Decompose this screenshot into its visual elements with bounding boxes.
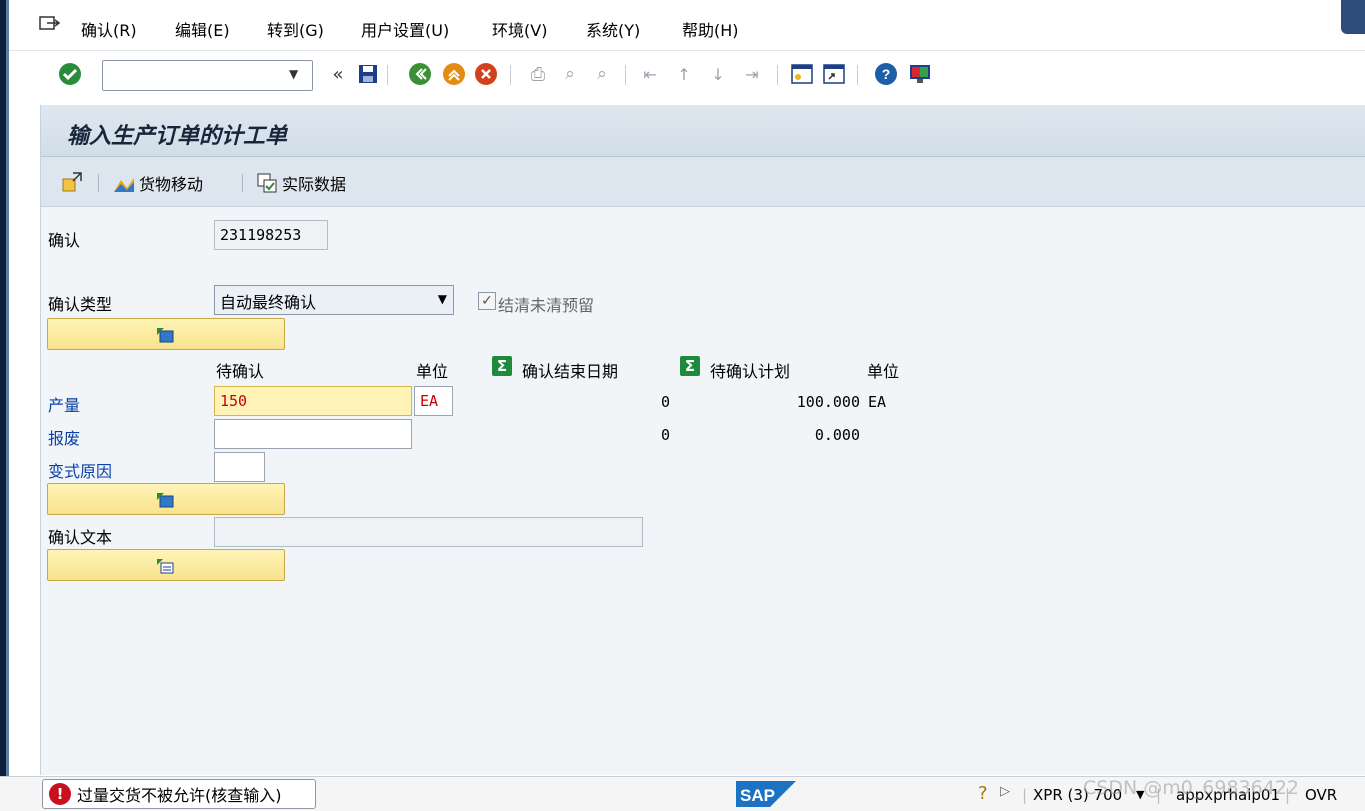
long-text-icon [157, 559, 174, 574]
confirmation-label: 确认 [48, 231, 81, 250]
error-icon: ! [49, 783, 71, 805]
command-field-dropdown-icon[interactable]: ▼ [289, 67, 298, 81]
actual-data-icon [257, 173, 277, 193]
page-title: 输入生产订单的计工单 [67, 123, 288, 149]
back-icon[interactable] [407, 61, 433, 87]
window-corner-tab[interactable] [1341, 0, 1365, 34]
command-field[interactable] [102, 60, 313, 91]
menu-icon[interactable] [39, 16, 61, 32]
scrap-input[interactable] [214, 419, 412, 449]
scrap-label[interactable]: 报废 [48, 425, 80, 449]
confirmation-text-label: 确认文本 [48, 528, 113, 547]
goods-movement-label: 货物移动 [139, 175, 204, 194]
window-left-edge-light [6, 0, 9, 811]
layout-icon[interactable] [907, 61, 933, 87]
shortcut-icon[interactable] [821, 61, 847, 87]
play-icon[interactable]: ▷ [1000, 784, 1010, 799]
status-message-text: 过量交货不被允许(核查输入) [77, 786, 282, 805]
help-icon[interactable]: ? [873, 61, 899, 87]
confirmation-type-select[interactable]: 自动最终确认 ▼ [214, 285, 454, 315]
help-question-icon[interactable]: ? [978, 783, 988, 804]
status-separator: | [1022, 786, 1028, 804]
menu-item-help[interactable]: 帮助(H) [682, 17, 739, 41]
actual-data-label: 实际数据 [282, 175, 347, 194]
details-icon [62, 172, 82, 192]
yield-unit-field[interactable]: EA [414, 386, 453, 416]
col-unit2-header: 单位 [867, 362, 900, 381]
yield-input[interactable]: 150 [214, 386, 412, 416]
confirmation-type-label: 确认类型 [48, 295, 113, 314]
goods-movement-icon [114, 178, 134, 192]
confirmation-text-input[interactable] [214, 517, 643, 547]
actual-data-button[interactable]: 实际数据 [256, 171, 346, 195]
menu-item-confirmation[interactable]: 确认(R) [81, 17, 137, 41]
svg-text:SAP: SAP [740, 786, 775, 805]
goods-movement-button[interactable]: 货物移动 [113, 171, 203, 195]
status-bar: ! 过量交货不被允许(核查输入) SAP ? ▷ | XPR (3) 700 ▼… [0, 776, 1365, 811]
collapse-command-icon[interactable]: « [325, 61, 351, 87]
yield-label[interactable]: 产量 [48, 392, 80, 416]
confirmation-field: 231198253 [214, 220, 328, 250]
watermark: CSDN @m0_69836422 [1083, 777, 1300, 799]
scrap-planned-value: 0.000 [814, 426, 860, 444]
expand-icon [157, 328, 174, 343]
enter-icon[interactable] [57, 61, 83, 87]
col-planned-header: 待确认计划 [710, 362, 791, 381]
last-page-icon: ⇥ [745, 64, 759, 84]
save-icon[interactable] [355, 61, 381, 87]
confirmation-type-value: 自动最终确认 [220, 293, 317, 312]
variance-reason-label[interactable]: 变式原因 [48, 458, 112, 482]
new-session-icon[interactable] [789, 61, 815, 87]
yield-planned-value: 100.000 [796, 393, 860, 411]
variance-reason-input[interactable] [214, 452, 265, 482]
svg-text:?: ? [882, 66, 891, 82]
sum-icon[interactable]: Σ [492, 356, 512, 376]
col-to-confirm-header: 待确认 [216, 362, 265, 381]
cancel-icon[interactable] [473, 61, 499, 87]
menu-item-edit[interactable]: 编辑(E) [175, 17, 230, 41]
expand-icon [157, 493, 174, 508]
next-page-icon: ↓ [711, 64, 725, 84]
application-toolbar: 货物移动 实际数据 [41, 157, 1365, 207]
menu-item-goto[interactable]: 转到(G) [267, 17, 324, 41]
menu-item-environment[interactable]: 环境(V) [492, 17, 547, 41]
previous-page-icon: ↑ [677, 64, 691, 84]
sum-icon[interactable]: Σ [680, 356, 700, 376]
menu-item-user-settings[interactable]: 用户设置(U) [361, 17, 449, 41]
col-confirmed-header: 确认结束日期 [522, 362, 619, 381]
col-unit-header: 单位 [416, 362, 449, 381]
find-next-icon: ⌕ [597, 64, 607, 84]
find-icon: ⌕ [565, 64, 575, 84]
sap-logo: SAP [736, 781, 796, 807]
first-page-icon: ⇤ [643, 64, 657, 84]
chevron-down-icon: ▼ [437, 292, 447, 306]
menu-bar: 确认(R) 编辑(E) 转到(G) 用户设置(U) 环境(V) 系统(Y) 帮助… [9, 0, 1341, 50]
standard-toolbar: ▼ « ⎙ ⌕ ⌕ ⇤ ↑ ↓ ⇥ ? [9, 50, 1365, 98]
print-icon: ⎙ [530, 63, 546, 85]
input-mode[interactable]: OVR [1305, 786, 1337, 804]
long-text-button[interactable] [47, 549, 285, 581]
scrap-confirmed-value: 0 [660, 426, 670, 444]
yield-planned-unit: EA [868, 393, 887, 411]
expand-section-button[interactable] [47, 318, 285, 350]
title-bar: 输入生产订单的计工单 [41, 105, 1365, 157]
expand-section-button[interactable] [47, 483, 285, 515]
clear-reservations-label: 结清未清预留 [498, 296, 595, 315]
header-details-button[interactable] [61, 171, 83, 193]
status-message[interactable]: ! 过量交货不被允许(核查输入) [42, 779, 316, 809]
yield-confirmed-value: 0 [660, 393, 670, 411]
clear-reservations-checkbox[interactable]: ✓ [478, 292, 496, 310]
menu-item-system[interactable]: 系统(Y) [586, 17, 640, 41]
exit-icon[interactable] [441, 61, 467, 87]
